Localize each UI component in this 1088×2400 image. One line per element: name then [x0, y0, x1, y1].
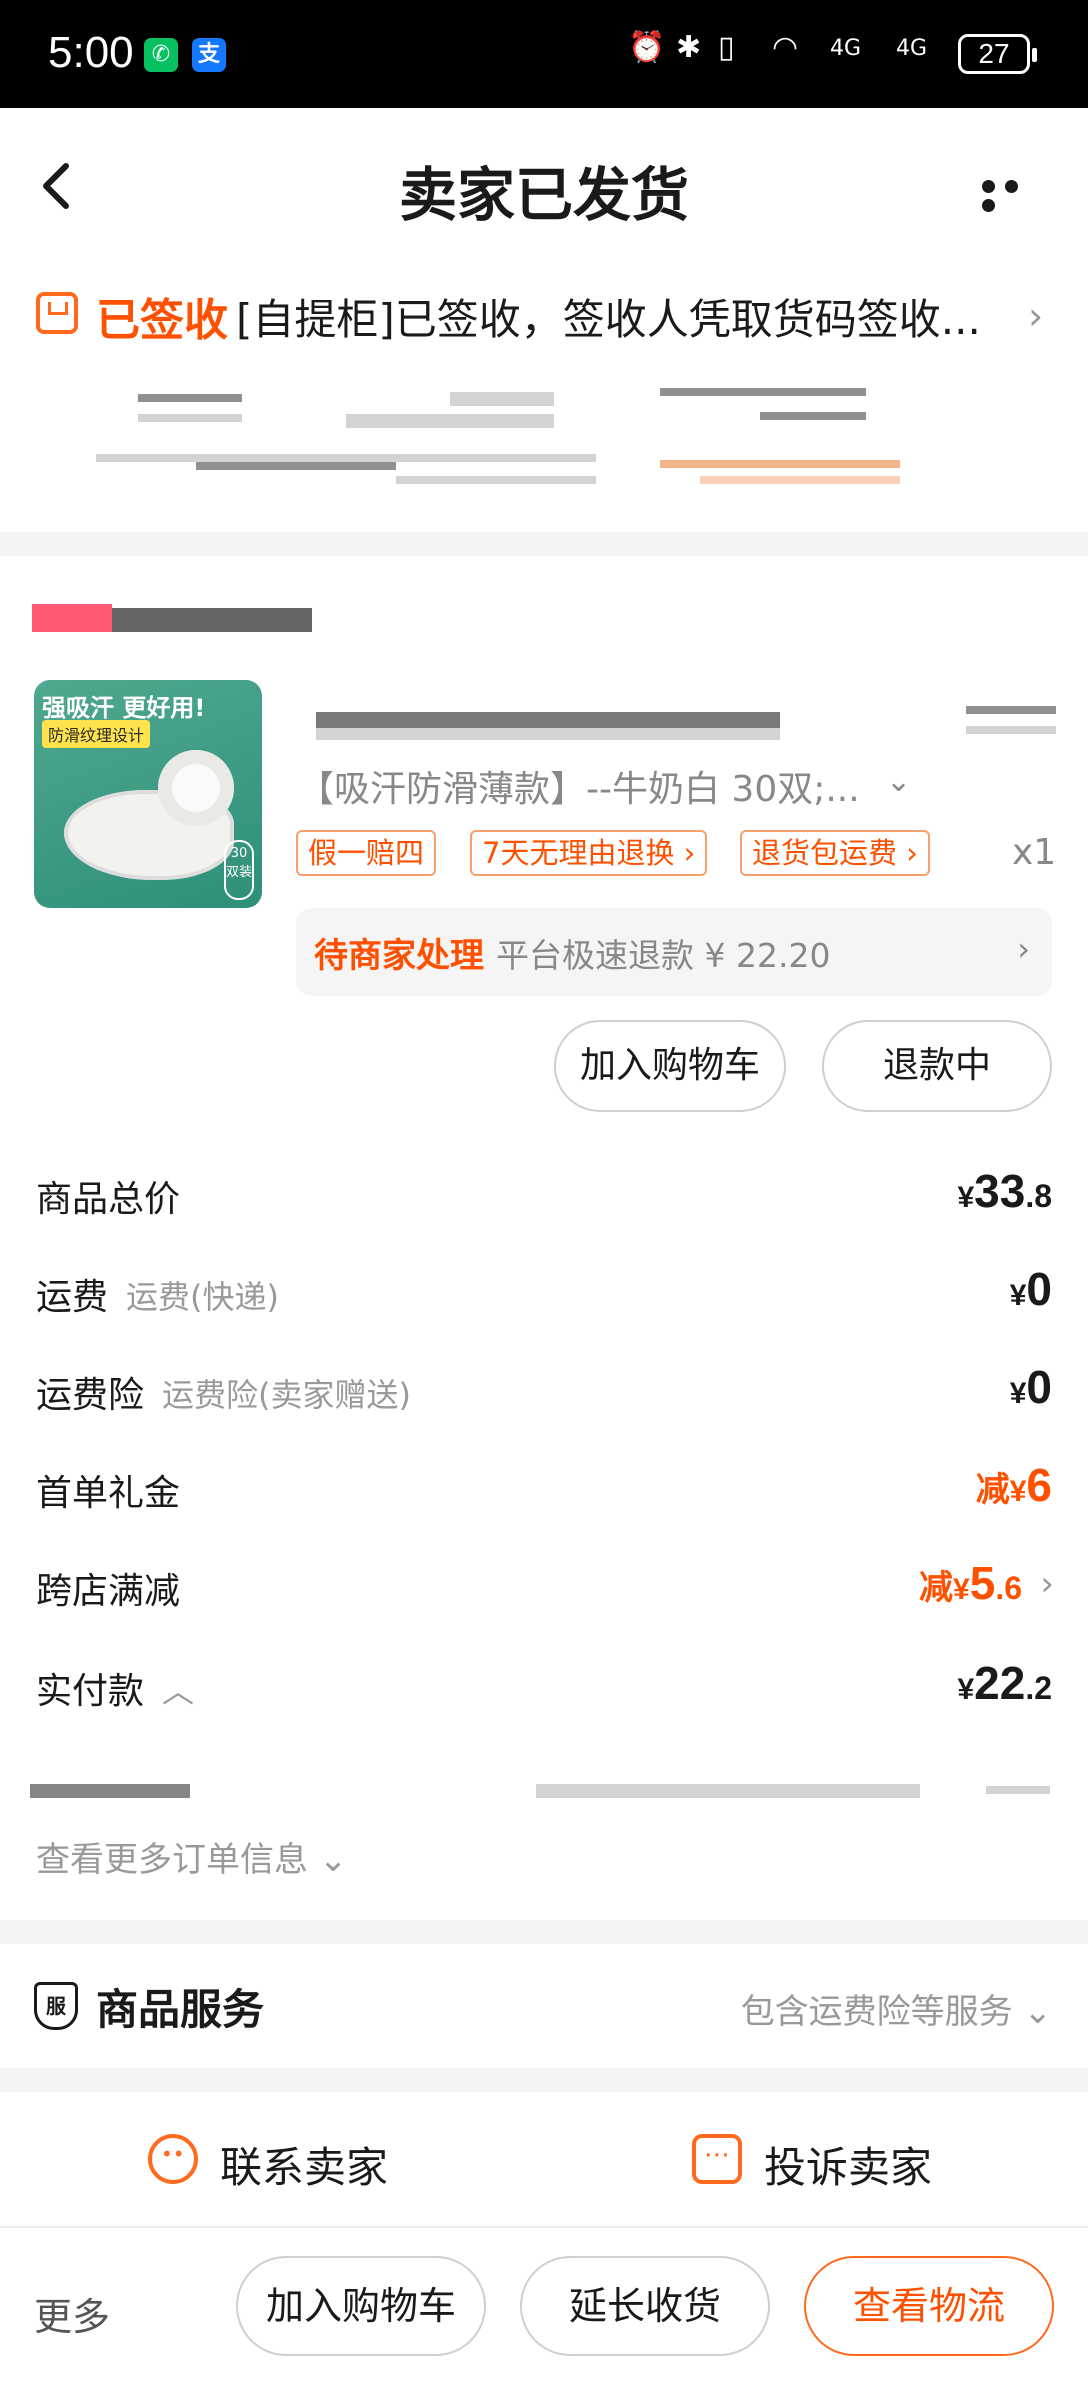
section-divider: [0, 532, 1088, 556]
complaint-icon: ⋯: [692, 2134, 742, 2184]
price-label: 商品总价: [36, 1179, 181, 1220]
chevron-right-icon: ›: [1040, 1564, 1054, 1604]
price-discount-value: 减¥6: [975, 1459, 1052, 1511]
price-label: 运费险: [36, 1375, 145, 1416]
price-label: 运费: [36, 1277, 109, 1318]
price-label: 首单礼金: [36, 1473, 181, 1514]
shield-icon: 服: [34, 1982, 78, 2030]
bottom-action-bar: 更多 加入购物车 延长收货 查看物流: [0, 2230, 1088, 2400]
view-more-order-info[interactable]: 查看更多订单信息 ⌄: [36, 1832, 347, 1881]
product-image-tag: 防滑纹理设计: [42, 720, 151, 748]
product-service-row[interactable]: 服 商品服务 包含运费险等服务 ⌄: [0, 1944, 1088, 2068]
price-row-amount-paid[interactable]: 实付款 ︿ ¥22.2: [36, 1656, 1052, 1716]
price-row-subtotal: 商品总价 ¥33.8: [36, 1164, 1052, 1224]
service-description: 包含运费险等服务 ⌄: [740, 1992, 1053, 2032]
price-row-shipping-insurance: 运费险 运费险(卖家赠送) ¥0: [36, 1360, 1052, 1420]
logistics-card[interactable]: 已签收 [自提柜]已签收，签收人凭取货码签收... ›: [0, 264, 1088, 532]
page-header: 卖家已发货: [0, 108, 1088, 264]
battery-indicator: 27: [958, 34, 1037, 74]
signal-icon-2: 4G: [896, 36, 928, 61]
bluetooth-icon: ✱: [676, 30, 702, 65]
package-icon: [36, 292, 78, 334]
product-sku[interactable]: 【吸汗防滑薄款】--牛奶白 30双;...: [298, 760, 918, 812]
price-value: ¥0: [1009, 1263, 1052, 1315]
chevron-down-icon: ⌄: [318, 1840, 348, 1880]
price-value: ¥33.8: [957, 1165, 1052, 1217]
contact-bar: •• 联系卖家 ⋯ 投诉卖家: [0, 2092, 1088, 2228]
chevron-up-icon[interactable]: ︿: [162, 1666, 194, 1712]
product-image-badge: 30双装: [224, 840, 254, 900]
status-bar: 5:00 ✆ 支 ⏰ ✱ ▯ ◠ 4G 4G 27: [0, 0, 1088, 108]
chevron-right-icon: ›: [1028, 294, 1044, 338]
price-label: 跨店满减: [36, 1571, 181, 1612]
price-row-shipping: 运费 运费(快递) ¥0: [36, 1262, 1052, 1322]
vibrate-icon: ▯: [718, 30, 735, 65]
wifi-icon: ◠: [772, 30, 799, 65]
refund-status-bar[interactable]: 待商家处理 平台极速退款 ¥ 22.20 ›: [296, 908, 1052, 996]
price-value: ¥0: [1009, 1361, 1052, 1413]
logistics-detail: [自提柜]已签收，签收人凭取货码签收...: [236, 295, 981, 344]
section-divider: [0, 2068, 1088, 2092]
more-options-icon[interactable]: [982, 178, 1046, 212]
signal-icon-1: 4G: [830, 36, 862, 61]
wechat-notification-icon: ✆: [144, 38, 178, 72]
chevron-down-icon: ⌄: [1023, 1992, 1053, 2032]
order-card: 强吸汗 更好用! 防滑纹理设计 30双装 【吸汗防滑薄款】--牛奶白 30双;.…: [0, 556, 1088, 1920]
extend-receipt-button[interactable]: 延长收货: [520, 2256, 770, 2356]
product-image[interactable]: 强吸汗 更好用! 防滑纹理设计 30双装: [34, 680, 262, 908]
roll-illustration: [158, 750, 234, 826]
tag-7-day-return[interactable]: 7天无理由退换 ›: [470, 830, 708, 876]
refund-status: 待商家处理: [314, 936, 484, 976]
status-time: 5:00: [48, 28, 134, 77]
price-label: 实付款: [36, 1671, 145, 1712]
product-image-headline: 强吸汗 更好用!: [42, 694, 206, 722]
add-to-cart-button[interactable]: 加入购物车: [554, 1020, 786, 1112]
page-title: 卖家已发货: [398, 161, 689, 229]
tag-return-shipping[interactable]: 退货包运费 ›: [740, 830, 930, 876]
refund-in-progress-button[interactable]: 退款中: [822, 1020, 1052, 1112]
price-sublabel: 运费(快递): [126, 1278, 279, 1316]
contact-seller-button[interactable]: 联系卖家: [220, 2134, 388, 2195]
alipay-notification-icon: 支: [192, 38, 226, 72]
price-discount-value: 减¥5.6: [919, 1557, 1022, 1609]
tag-guarantee[interactable]: 假一赔四: [296, 830, 437, 876]
customer-service-icon: ••: [148, 2134, 198, 2184]
chevron-right-icon: ›: [1017, 930, 1030, 968]
complain-seller-button[interactable]: 投诉卖家: [764, 2134, 932, 2195]
price-row-first-order-bonus: 首单礼金 减¥6: [36, 1458, 1052, 1518]
alarm-icon: ⏰: [628, 30, 666, 65]
section-divider: [0, 1920, 1088, 1944]
view-logistics-button[interactable]: 查看物流: [804, 2256, 1054, 2356]
chevron-down-icon: ⌄: [886, 764, 912, 799]
more-actions-button[interactable]: 更多: [34, 2286, 110, 2341]
logistics-status: 已签收: [96, 295, 228, 346]
service-title: 商品服务: [96, 1985, 265, 2034]
price-sublabel: 运费险(卖家赠送): [162, 1376, 411, 1414]
price-row-cross-store-discount[interactable]: 跨店满减 减¥5.6 ›: [36, 1556, 1054, 1616]
product-quantity: x1: [1012, 832, 1057, 873]
add-to-cart-button[interactable]: 加入购物车: [236, 2256, 486, 2356]
refund-description: 平台极速退款 ¥ 22.20: [496, 936, 831, 975]
price-value: ¥22.2: [957, 1657, 1052, 1709]
